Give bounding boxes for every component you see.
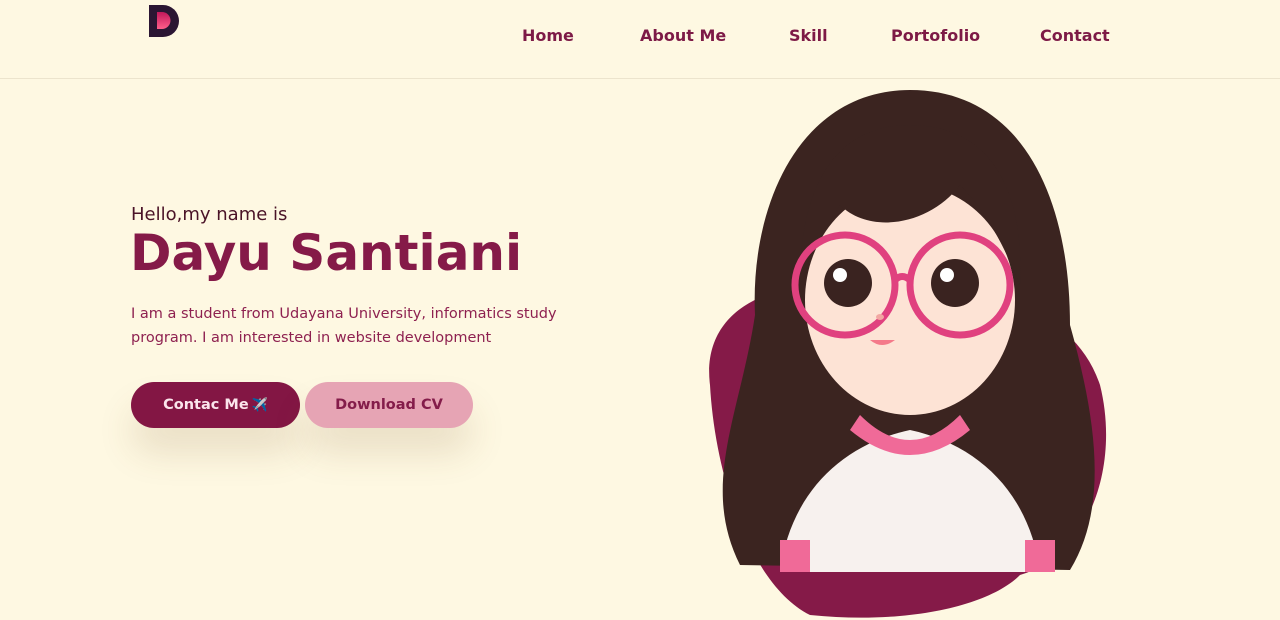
download-cv-button[interactable]: Download CV <box>305 382 473 428</box>
nav-contact[interactable]: Contact <box>1040 26 1110 45</box>
nav-home[interactable]: Home <box>522 26 574 45</box>
airplane-icon: ✈️ <box>251 397 268 413</box>
greeting: Hello,my name is <box>131 204 288 225</box>
nav-portofolio[interactable]: Portofolio <box>891 26 980 45</box>
contact-me-label: Contac Me <box>163 397 249 413</box>
header: Home About Me Skill Portofolio Contact <box>0 0 1280 79</box>
nav-about-me[interactable]: About Me <box>640 26 726 45</box>
nav-skill[interactable]: Skill <box>789 26 828 45</box>
logo[interactable] <box>148 3 182 37</box>
hero-name: Dayu Santiani <box>130 224 523 282</box>
hero-description: I am a student from Udayana University, … <box>131 306 557 346</box>
contact-me-button[interactable]: Contac Me ✈️ <box>131 382 300 428</box>
avatar-illustration <box>709 90 1107 618</box>
